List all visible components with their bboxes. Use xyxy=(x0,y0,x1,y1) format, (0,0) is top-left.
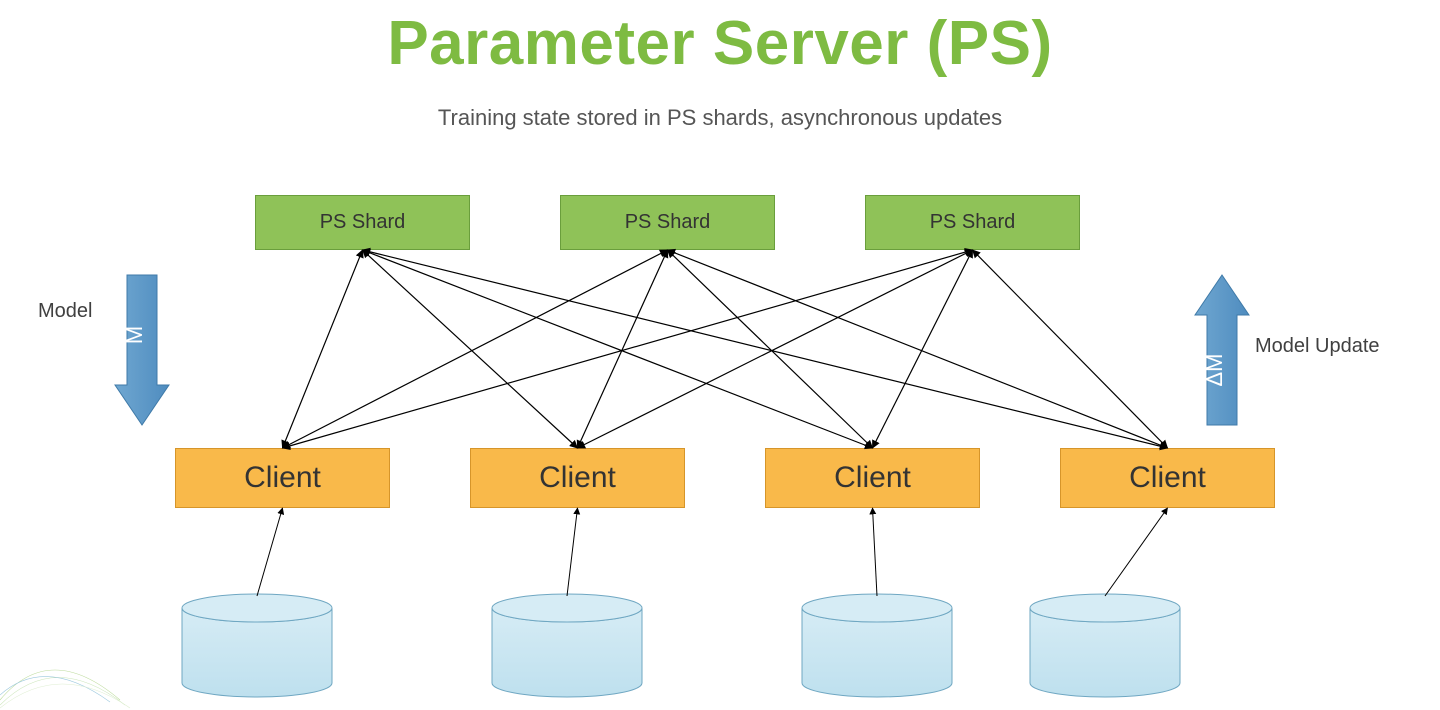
data-cylinder-label: Data xyxy=(492,648,642,669)
ps-shard-box: PS Shard xyxy=(255,195,470,250)
ps-shard-box: PS Shard xyxy=(865,195,1080,250)
decorative-swoosh xyxy=(0,670,130,708)
ps-shard-box: PS Shard xyxy=(560,195,775,250)
svg-text:M: M xyxy=(122,326,147,344)
model-down-arrow-icon: M xyxy=(115,275,169,425)
slide-title: Parameter Server (PS) xyxy=(0,8,1440,79)
data-cylinder-label: Data xyxy=(802,648,952,669)
data-cylinder-label: Data xyxy=(1030,648,1180,669)
client-box: Client xyxy=(470,448,685,508)
client-box: Client xyxy=(765,448,980,508)
model-label: Model xyxy=(38,300,92,323)
client-box: Client xyxy=(1060,448,1275,508)
svg-text:ΔM: ΔM xyxy=(1202,353,1227,386)
data-cylinder-label: Data xyxy=(182,648,332,669)
model-update-label: Model Update xyxy=(1255,335,1380,358)
slide-subtitle: Training state stored in PS shards, asyn… xyxy=(0,105,1440,131)
model-update-up-arrow-icon: ΔM xyxy=(1195,275,1249,425)
client-box: Client xyxy=(175,448,390,508)
